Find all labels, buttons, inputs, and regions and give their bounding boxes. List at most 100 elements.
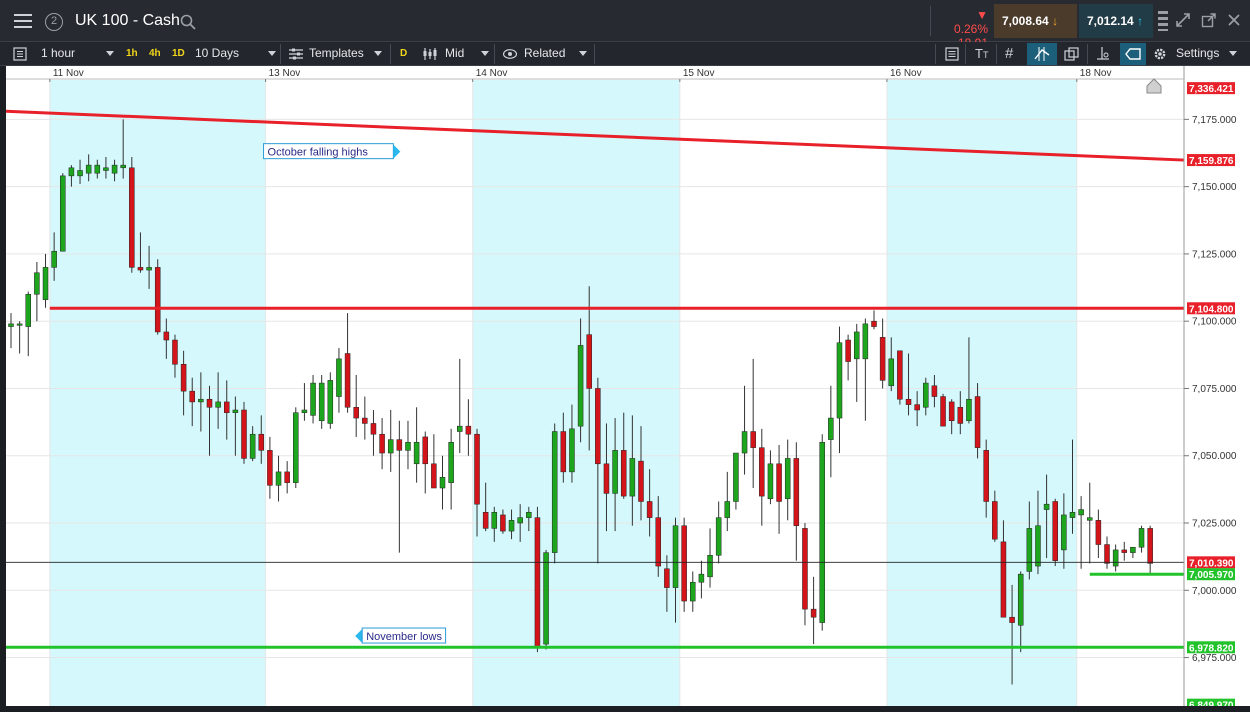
layers-icon[interactable]: [1064, 47, 1079, 61]
x-tick-label: 15 Nov: [683, 68, 715, 79]
candle-body: [569, 428, 575, 473]
interval-label: 1 hour: [41, 46, 76, 60]
price-chart[interactable]: October falling highs November lows 7,175…: [6, 66, 1250, 712]
text-size-icon[interactable]: TT: [975, 42, 988, 66]
instrument-title[interactable]: UK 100 - Cash: [75, 12, 180, 30]
price-type-label: Mid: [445, 46, 465, 60]
candle-body: [327, 380, 334, 424]
candle-body: [448, 442, 454, 483]
candle-body: [241, 409, 247, 459]
drawing-tools-icon[interactable]: [1027, 43, 1057, 65]
panel-layout-icon[interactable]: [1157, 10, 1169, 32]
candle-body: [275, 471, 282, 486]
quick-interval-1h[interactable]: 1h: [126, 42, 138, 66]
candle-body: [983, 450, 989, 502]
candle: [897, 350, 903, 405]
price-tag: 6,978.820: [1187, 641, 1235, 654]
candle-body: [534, 517, 541, 648]
related-button[interactable]: Related: [524, 42, 587, 66]
sell-price-button[interactable]: 7,008.64 ↓: [994, 4, 1077, 38]
candle-body: [482, 511, 489, 529]
search-icon[interactable]: [180, 14, 196, 30]
chevron-down-icon: [373, 51, 382, 57]
expand-icon[interactable]: [1175, 12, 1191, 28]
close-icon[interactable]: [1226, 12, 1242, 28]
candle-body: [957, 407, 964, 424]
quick-interval-1d[interactable]: 1D: [172, 42, 185, 66]
candle-body: [1112, 549, 1119, 567]
candle-body: [344, 353, 351, 408]
hamburger-icon[interactable]: [8, 8, 38, 34]
settings-button[interactable]: Settings: [1176, 42, 1238, 66]
candle: [819, 434, 825, 631]
candle-body: [655, 517, 661, 567]
annotation-label[interactable]: October falling highs: [263, 143, 401, 160]
candle-body: [34, 272, 40, 295]
range-select[interactable]: 10 Days: [195, 42, 239, 66]
candle-body: [474, 433, 480, 505]
candle-body: [387, 439, 394, 454]
grid-icon[interactable]: #: [1005, 42, 1013, 66]
candle-body: [707, 555, 713, 578]
workspace-number-badge[interactable]: 2: [45, 13, 63, 31]
chevron-down-icon: [106, 51, 114, 57]
interval-dropdown[interactable]: [106, 42, 114, 66]
candle: [733, 452, 739, 510]
quick-interval-4h[interactable]: 4h: [149, 42, 161, 66]
buy-price-button[interactable]: 7,012.14 ↑: [1079, 4, 1153, 38]
candle: [154, 259, 161, 335]
eye-icon: [503, 49, 517, 59]
chart-footer: [6, 706, 1250, 712]
label-tag-icon[interactable]: [1120, 43, 1146, 65]
candle-body: [405, 442, 411, 451]
price-tag-label: 7,336.421: [1189, 84, 1234, 95]
annotation-text: October falling highs: [268, 147, 369, 159]
list-icon[interactable]: [945, 47, 959, 61]
candle-body: [310, 382, 316, 416]
candle-body: [759, 447, 765, 497]
candle-body: [336, 358, 342, 397]
price-type-select[interactable]: Mid: [445, 42, 490, 66]
price-tag: 7,005.970: [1187, 568, 1235, 581]
candle-body: [267, 450, 273, 486]
price-tag: 7,159.876: [1187, 154, 1235, 167]
candle-body: [154, 267, 161, 333]
crosshair-icon[interactable]: [1096, 47, 1110, 61]
candle-body: [1052, 501, 1058, 561]
annotation-label[interactable]: November lows: [355, 627, 447, 644]
session-shade: [886, 80, 1077, 706]
settings-label: Settings: [1176, 46, 1220, 60]
y-tick-label: 7,125.000: [1192, 249, 1237, 260]
annotation-text: November lows: [366, 631, 442, 643]
candle-body: [206, 398, 213, 408]
d-badge[interactable]: D: [400, 42, 407, 66]
candle-body: [733, 452, 739, 502]
candle-body: [715, 517, 722, 556]
related-label: Related: [524, 46, 566, 60]
templates-button[interactable]: Templates: [309, 42, 382, 66]
candle-body: [526, 511, 532, 518]
chevron-down-icon: [578, 51, 587, 57]
change-percent: ▼ 0.26%: [953, 8, 988, 36]
candle-body: [629, 458, 636, 497]
candle-body: [543, 552, 549, 645]
candle: [551, 423, 558, 564]
candle-body: [8, 323, 14, 327]
gear-icon[interactable]: [1153, 47, 1167, 61]
interval-select[interactable]: 1 hour: [41, 42, 75, 66]
sell-price: 7,008.64: [1002, 14, 1049, 28]
candle-body: [1138, 528, 1145, 548]
pop-out-icon[interactable]: [1201, 12, 1217, 28]
chevron-down-icon: [268, 51, 276, 57]
candle-body: [595, 388, 601, 465]
candle-body: [1078, 509, 1084, 516]
panel-toggle-icon[interactable]: [13, 47, 27, 61]
y-tick-label: 7,025.000: [1192, 519, 1237, 530]
candle-body: [77, 170, 83, 177]
candle-body: [966, 398, 972, 422]
candle-body: [845, 339, 851, 362]
candle-body: [767, 463, 774, 500]
buy-price: 7,012.14: [1087, 14, 1134, 28]
range-dropdown[interactable]: [268, 42, 276, 66]
candle-body: [431, 463, 437, 489]
